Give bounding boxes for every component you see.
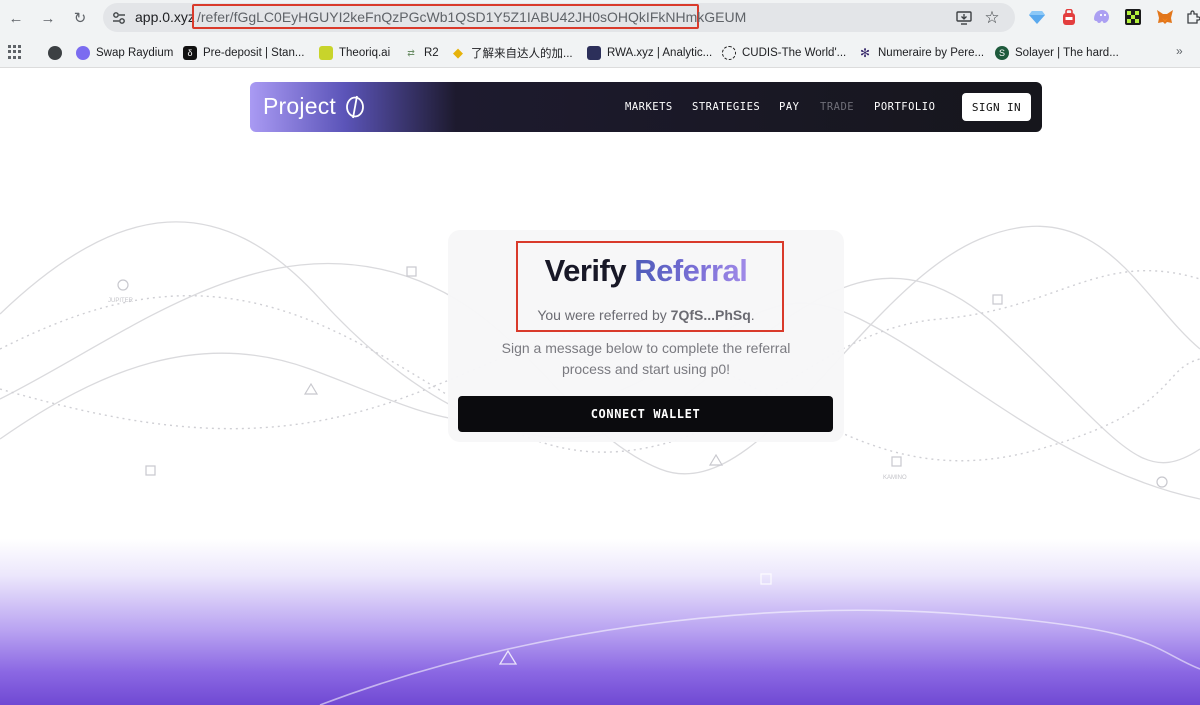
referrer-address: 7QfS...PhSq: [670, 307, 751, 323]
more-bookmarks-chevron-icon[interactable]: »: [1176, 44, 1183, 58]
bookmark-r2[interactable]: ⇄ R2: [404, 44, 438, 62]
nav-trade[interactable]: TRADE: [820, 101, 854, 113]
url-path-highlight: /refer/fGgLC0EyHGUYI2keFnQzPGcWb1QSD1Y5Z…: [192, 4, 746, 29]
back-arrow-icon[interactable]: ←: [4, 6, 28, 30]
bookmark-binance[interactable]: ◆ 了解来自达人的加...: [451, 44, 573, 62]
solayer-icon: S: [995, 46, 1009, 60]
numeraire-icon: ✻: [859, 46, 871, 60]
project-logo[interactable]: Project: [263, 93, 366, 120]
bookmark-solayer[interactable]: S Solayer | The hard...: [995, 44, 1119, 62]
phantom-extension-icon[interactable]: [1092, 8, 1110, 26]
bookmark-theoriq[interactable]: Theoriq.ai: [319, 44, 390, 62]
extensions-puzzle-icon[interactable]: [1184, 8, 1200, 26]
browser-toolbar: ← → ↻ app.0.xyz /refer/fGgLC0EyHGUYI2keF…: [0, 0, 1200, 36]
page-viewport: JUPITER KAMINO Project MARKETS STRATEGIE…: [0, 69, 1200, 705]
referred-prefix: You were referred by: [537, 307, 667, 323]
raydium-icon: [76, 46, 90, 60]
nav-pay[interactable]: PAY: [779, 101, 799, 113]
rwa-icon: [587, 46, 601, 60]
referred-by-text: You were referred by 7QfS...PhSq.: [448, 307, 844, 323]
title-referral: Referral: [634, 253, 748, 288]
cudis-icon: [722, 46, 736, 60]
url-host: app.0.xyz: [135, 9, 195, 25]
bookmark-raydium[interactable]: Swap Raydium: [76, 44, 173, 62]
bookmark-numeraire[interactable]: ✻ Numeraire by Pere...: [858, 44, 984, 62]
title-verify: Verify: [544, 253, 627, 288]
page-title: Verify Referral: [448, 253, 844, 289]
theoriq-icon: [319, 46, 333, 60]
bookmark-star-icon[interactable]: ☆: [982, 8, 1002, 28]
globe-icon: [48, 46, 62, 60]
logo-text: Project: [263, 93, 336, 119]
diamond-extension-icon[interactable]: [1028, 8, 1046, 26]
referral-description: Sign a message below to complete the ref…: [501, 340, 791, 377]
reload-icon[interactable]: ↻: [68, 6, 92, 30]
site-settings-icon[interactable]: [111, 10, 127, 26]
binance-icon: ◆: [453, 45, 463, 60]
kamino-label: KAMINO: [883, 475, 907, 481]
nav-strategies[interactable]: STRATEGIES: [692, 101, 760, 113]
top-navbar: Project MARKETS STRATEGIES PAY TRADE POR…: [250, 82, 1042, 132]
referred-suffix: .: [750, 307, 755, 323]
sign-in-button[interactable]: SIGN IN: [962, 93, 1031, 121]
globe-bookmark[interactable]: [48, 44, 62, 62]
apps-grid-icon[interactable]: [8, 45, 22, 59]
nav-markets[interactable]: MARKETS: [625, 101, 673, 113]
bookmark-cudis[interactable]: CUDIS-The World'...: [722, 44, 846, 62]
logo-phi-icon: [346, 95, 364, 118]
bookmark-stan[interactable]: δ Pre-deposit | Stan...: [183, 44, 304, 62]
install-app-icon[interactable]: [954, 8, 974, 28]
address-bar[interactable]: app.0.xyz /refer/fGgLC0EyHGUYI2keFnQzPGc…: [103, 3, 1015, 32]
jupiter-label: JUPITER: [108, 298, 134, 304]
r2-icon: ⇄: [407, 47, 415, 58]
metamask-extension-icon[interactable]: [1156, 8, 1174, 26]
stan-icon: δ: [183, 46, 197, 60]
connect-wallet-button[interactable]: CONNECT WALLET: [458, 396, 833, 432]
url-path: /refer/fGgLC0EyHGUYI2keFnQzPGcWb1QSD1Y5Z…: [197, 9, 747, 25]
bookmark-rwa[interactable]: RWA.xyz | Analytic...: [587, 44, 712, 62]
nav-portfolio[interactable]: PORTFOLIO: [874, 101, 935, 113]
forward-arrow-icon[interactable]: →: [36, 6, 60, 30]
backpack-extension-icon[interactable]: [1060, 8, 1078, 26]
pixel-extension-icon[interactable]: [1124, 8, 1142, 26]
